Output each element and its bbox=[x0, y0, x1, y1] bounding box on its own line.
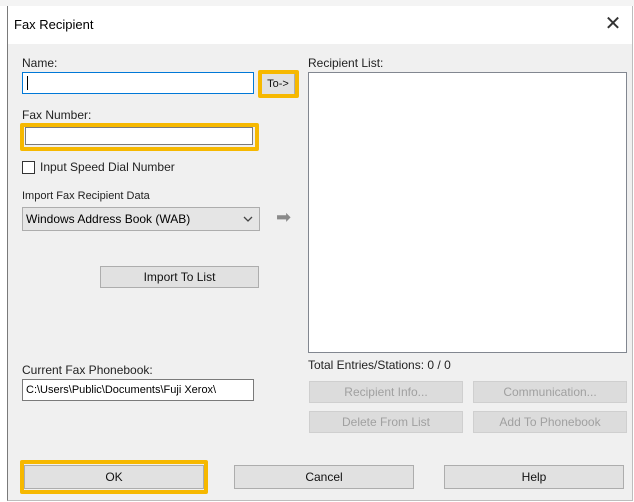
recipient-list-label: Recipient List: bbox=[308, 56, 384, 70]
title-bar: Fax Recipient ✕ bbox=[8, 6, 632, 44]
ok-button-highlight bbox=[20, 460, 208, 494]
import-label: Import Fax Recipient Data bbox=[22, 190, 150, 202]
delete-from-list-button[interactable]: Delete From List bbox=[309, 411, 463, 433]
cancel-button[interactable]: Cancel bbox=[234, 465, 414, 489]
window-title: Fax Recipient bbox=[14, 17, 94, 32]
fax-number-label: Fax Number: bbox=[22, 108, 92, 122]
total-entries-text: Total Entries/Stations: 0 / 0 bbox=[308, 358, 451, 372]
to-button-highlight bbox=[258, 70, 299, 98]
phonebook-label: Current Fax Phonebook: bbox=[22, 363, 153, 377]
recipient-list[interactable] bbox=[308, 72, 627, 353]
name-label: Name: bbox=[22, 56, 58, 70]
chevron-down-icon[interactable] bbox=[243, 208, 253, 230]
name-input[interactable] bbox=[22, 72, 254, 94]
close-icon[interactable]: ✕ bbox=[600, 10, 626, 36]
communication-button[interactable]: Communication... bbox=[473, 381, 627, 403]
add-to-phonebook-button[interactable]: Add To Phonebook bbox=[473, 411, 627, 433]
import-to-list-button[interactable]: Import To List bbox=[100, 266, 259, 288]
fax-recipient-dialog: Fax Recipient ✕ Name: To-> Fax Number: I… bbox=[7, 6, 633, 501]
fax-number-highlight bbox=[20, 123, 259, 151]
phonebook-path-field[interactable]: C:\Users\Public\Documents\Fuji Xerox\ bbox=[22, 379, 254, 401]
text-caret bbox=[27, 76, 28, 90]
speed-dial-label: Input Speed Dial Number bbox=[40, 160, 175, 174]
import-source-select[interactable]: Windows Address Book (WAB) bbox=[22, 207, 260, 231]
help-button[interactable]: Help bbox=[444, 465, 624, 489]
recipient-info-button[interactable]: Recipient Info... bbox=[309, 381, 463, 403]
arrow-right-icon: ➡ bbox=[276, 207, 292, 227]
speed-dial-checkbox[interactable] bbox=[22, 161, 35, 174]
import-source-value: Windows Address Book (WAB) bbox=[26, 212, 191, 226]
